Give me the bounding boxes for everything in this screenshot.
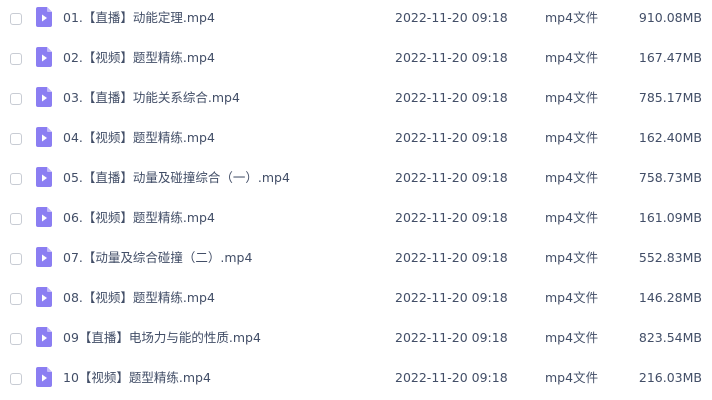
row-checkbox[interactable]	[10, 373, 22, 385]
file-modified-date: 2022-11-20 09:18	[395, 50, 508, 65]
row-checkbox[interactable]	[10, 333, 22, 345]
file-modified-date: 2022-11-20 09:18	[395, 170, 508, 185]
file-row[interactable]: 08.【视频】题型精练.mp4 2022-11-20 09:18 mp4文件 146.…	[0, 280, 712, 320]
file-size: 146.28MB	[638, 290, 702, 305]
video-file-icon	[36, 367, 52, 387]
video-file-icon	[36, 247, 52, 267]
video-file-icon	[36, 127, 52, 147]
file-size: 216.03MB	[638, 370, 702, 385]
file-row[interactable]: 01.【直播】动能定理.mp4 2022-11-20 09:18 mp4文件 910.…	[0, 0, 712, 40]
file-type: mp4文件	[545, 90, 599, 105]
row-checkbox[interactable]	[10, 253, 22, 265]
file-type: mp4文件	[545, 50, 599, 65]
row-checkbox[interactable]	[10, 213, 22, 225]
file-modified-date: 2022-11-20 09:18	[395, 130, 508, 145]
file-name-link[interactable]: 02.【视频】题型精练.mp4	[63, 50, 215, 66]
file-row[interactable]: 04.【视频】题型精练.mp4 2022-11-20 09:18 mp4文件 162.…	[0, 120, 712, 160]
video-file-icon	[36, 327, 52, 347]
file-row[interactable]: 09【直播】电场力与能的性质.mp4 2022-11-20 09:18 mp4文件 8…	[0, 320, 712, 360]
file-size: 785.17MB	[638, 90, 702, 105]
row-checkbox[interactable]	[10, 53, 22, 65]
file-size: 161.09MB	[638, 210, 702, 225]
file-name-link[interactable]: 04.【视频】题型精练.mp4	[63, 130, 215, 146]
file-name-link[interactable]: 05.【直播】动量及碰撞综合（一）.mp4	[63, 170, 290, 186]
row-checkbox[interactable]	[10, 93, 22, 105]
file-type: mp4文件	[545, 250, 599, 265]
file-modified-date: 2022-11-20 09:18	[395, 290, 508, 305]
file-row[interactable]: 02.【视频】题型精练.mp4 2022-11-20 09:18 mp4文件 167.…	[0, 40, 712, 80]
row-checkbox[interactable]	[10, 133, 22, 145]
file-type: mp4文件	[545, 10, 599, 25]
file-type: mp4文件	[545, 290, 599, 305]
video-file-icon	[36, 47, 52, 67]
file-row[interactable]: 10【视频】题型精练.mp4 2022-11-20 09:18 mp4文件 216.0…	[0, 360, 712, 400]
file-name-link[interactable]: 01.【直播】动能定理.mp4	[63, 10, 215, 26]
file-size: 552.83MB	[638, 250, 702, 265]
video-file-icon	[36, 7, 52, 27]
row-checkbox[interactable]	[10, 293, 22, 305]
file-row[interactable]: 05.【直播】动量及碰撞综合（一）.mp4 2022-11-20 09:18 mp4…	[0, 160, 712, 200]
file-name-link[interactable]: 09【直播】电场力与能的性质.mp4	[63, 330, 261, 346]
file-list: 01.【直播】动能定理.mp4 2022-11-20 09:18 mp4文件 910.…	[0, 0, 712, 398]
file-row[interactable]: 07.【动量及综合碰撞（二）.mp4 2022-11-20 09:18 mp4文件 5…	[0, 240, 712, 280]
file-name-link[interactable]: 06.【视频】题型精练.mp4	[63, 210, 215, 226]
file-name-link[interactable]: 07.【动量及综合碰撞（二）.mp4	[63, 250, 252, 266]
file-modified-date: 2022-11-20 09:18	[395, 370, 508, 385]
file-type: mp4文件	[545, 170, 599, 185]
file-name-link[interactable]: 10【视频】题型精练.mp4	[63, 370, 211, 386]
video-file-icon	[36, 167, 52, 187]
file-modified-date: 2022-11-20 09:18	[395, 10, 508, 25]
file-name-link[interactable]: 03.【直播】功能关系综合.mp4	[63, 90, 240, 106]
file-type: mp4文件	[545, 210, 599, 225]
file-modified-date: 2022-11-20 09:18	[395, 250, 508, 265]
file-name-link[interactable]: 08.【视频】题型精练.mp4	[63, 290, 215, 306]
video-file-icon	[36, 287, 52, 307]
row-checkbox[interactable]	[10, 173, 22, 185]
file-modified-date: 2022-11-20 09:18	[395, 90, 508, 105]
file-modified-date: 2022-11-20 09:18	[395, 210, 508, 225]
file-modified-date: 2022-11-20 09:18	[395, 330, 508, 345]
file-type: mp4文件	[545, 370, 599, 385]
row-checkbox[interactable]	[10, 13, 22, 25]
file-size: 823.54MB	[638, 330, 702, 345]
video-file-icon	[36, 87, 52, 107]
file-row[interactable]: 03.【直播】功能关系综合.mp4 2022-11-20 09:18 mp4文件 78…	[0, 80, 712, 120]
file-size: 167.47MB	[638, 50, 702, 65]
file-row[interactable]: 06.【视频】题型精练.mp4 2022-11-20 09:18 mp4文件 161.…	[0, 200, 712, 240]
video-file-icon	[36, 207, 52, 227]
file-type: mp4文件	[545, 130, 599, 145]
file-size: 910.08MB	[638, 10, 702, 25]
file-size: 758.73MB	[638, 170, 702, 185]
file-type: mp4文件	[545, 330, 599, 345]
file-size: 162.40MB	[638, 130, 702, 145]
